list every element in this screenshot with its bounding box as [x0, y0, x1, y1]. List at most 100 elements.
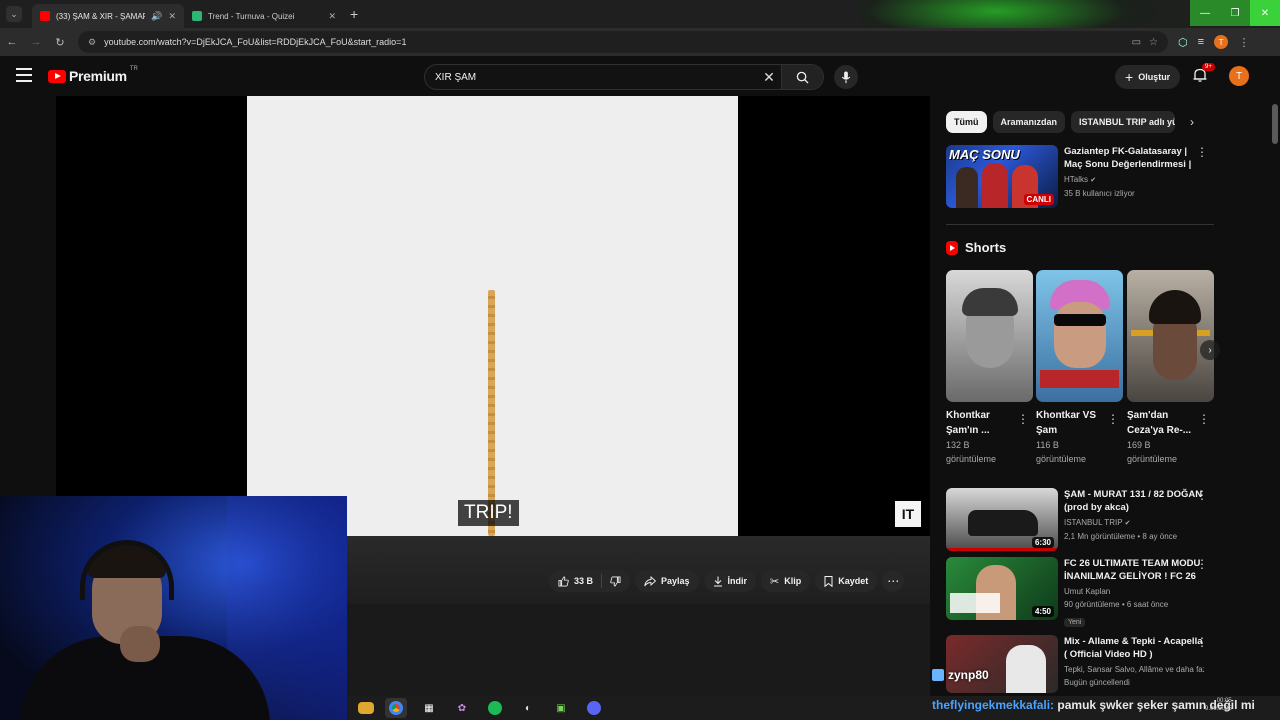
- search-button[interactable]: [781, 65, 823, 89]
- save-button[interactable]: Kaydet: [815, 570, 878, 592]
- video-meta: 2,1 Mn görüntüleme • 8 ay önce: [1064, 532, 1178, 541]
- short-thumbnail[interactable]: [1036, 270, 1123, 402]
- webcam-overlay: [0, 496, 347, 720]
- shorts-next-icon[interactable]: ›: [1200, 340, 1220, 360]
- cast-icon[interactable]: ▭: [1132, 37, 1141, 48]
- voice-search-button[interactable]: [834, 65, 858, 89]
- notifications-button[interactable]: 9+: [1192, 63, 1215, 85]
- short-thumbnail[interactable]: [946, 270, 1033, 402]
- create-button[interactable]: + Oluştur: [1115, 65, 1181, 89]
- discord-icon[interactable]: [583, 698, 605, 718]
- headset-graphic: [80, 540, 174, 600]
- like-dislike-button[interactable]: 33 B: [549, 570, 631, 592]
- more-actions-button[interactable]: ⋯: [882, 570, 905, 592]
- file-explorer-icon[interactable]: [358, 702, 374, 714]
- extensions-icon[interactable]: ⬡: [1178, 36, 1188, 49]
- video-channel[interactable]: ISTANBUL TRIP ✔: [1064, 516, 1204, 530]
- video-list-item[interactable]: 6:30 ŞAM - MURAT 131 / 82 DOĞAN (prod by…: [946, 488, 1208, 551]
- short-title[interactable]: Khontkar VS Şam: [1036, 408, 1106, 438]
- video-duration: 4:50: [1031, 606, 1054, 617]
- video-title[interactable]: ŞAM - MURAT 131 / 82 DOĞAN (prod by akca…: [1064, 488, 1204, 514]
- video-menu-icon[interactable]: ⋮: [1196, 557, 1208, 571]
- chips-next-icon[interactable]: ›: [1190, 115, 1194, 129]
- progress-bar: [946, 548, 1058, 551]
- tab-close-icon[interactable]: ✕: [328, 11, 336, 22]
- video-thumbnail[interactable]: 4:50: [946, 557, 1058, 620]
- short-thumbnail[interactable]: [1127, 270, 1214, 402]
- thumb-text: [950, 593, 1000, 613]
- video-player[interactable]: TRIP! IT: [56, 96, 930, 536]
- browser-tab-quizei[interactable]: Trend - Turnuva - Quizei ✕: [184, 4, 344, 28]
- live-video-item[interactable]: MAÇ SONU CANLI Gaziantep FK-Galatasaray …: [946, 145, 1208, 208]
- video-menu-icon[interactable]: ⋮: [1196, 488, 1208, 502]
- chip-channel[interactable]: ISTANBUL TRIP adlı yük: [1071, 111, 1176, 133]
- share-label: Paylaş: [661, 576, 690, 586]
- reload-icon[interactable]: ↻: [48, 36, 72, 49]
- logo-brand: Premium: [69, 68, 127, 84]
- short-menu-icon[interactable]: ⋮: [1198, 412, 1210, 426]
- chip-all[interactable]: Tümü: [946, 111, 987, 133]
- mix-title[interactable]: Mix - Allame & Tepki - Acapella ( Offici…: [1064, 635, 1204, 661]
- thumbs-down-icon[interactable]: [610, 576, 621, 587]
- video-title[interactable]: Gaziantep FK-Galatasaray | Maç Sonu Değe…: [1064, 145, 1204, 171]
- speaker-icon[interactable]: 🔊: [151, 11, 162, 22]
- like-separator: [601, 574, 603, 588]
- maximize-icon[interactable]: ❐: [1220, 0, 1250, 26]
- menu-icon[interactable]: [16, 68, 32, 82]
- video-menu-icon[interactable]: ⋮: [1196, 635, 1208, 649]
- minimize-icon[interactable]: —: [1190, 0, 1220, 26]
- live-video-thumbnail[interactable]: MAÇ SONU CANLI: [946, 145, 1058, 208]
- clip-button[interactable]: ✂ Klip: [761, 570, 811, 592]
- spotify-icon[interactable]: [484, 698, 506, 718]
- short-title[interactable]: Şam'dan Ceza'ya Re-...: [1127, 408, 1197, 438]
- bookmark-star-icon[interactable]: ☆: [1149, 37, 1158, 48]
- short-item[interactable]: Khontkar VS Şam 116 B görüntüleme ⋮: [1036, 270, 1123, 466]
- short-views: 169 B: [1127, 440, 1151, 450]
- forward-icon[interactable]: →: [24, 36, 48, 48]
- shorts-title: Shorts: [965, 240, 1007, 255]
- short-item[interactable]: Khontkar Şam'ın ... 132 B görüntüleme ⋮: [946, 270, 1033, 466]
- calculator-icon[interactable]: ▦: [418, 698, 440, 718]
- stream-tool-icon[interactable]: ◐: [517, 698, 539, 718]
- chrome-icon[interactable]: [385, 698, 407, 718]
- youtube-logo[interactable]: Premium TR: [48, 66, 138, 84]
- video-menu-icon[interactable]: ⋮: [1196, 145, 1208, 159]
- scrollbar-thumb[interactable]: [1272, 104, 1278, 144]
- mix-artists: Tepki, Sansar Salvo, Allâme ve daha fazl…: [1064, 665, 1204, 674]
- account-avatar[interactable]: T: [1229, 66, 1249, 86]
- mix-thumbnail[interactable]: [946, 635, 1058, 693]
- browser-tab-youtube[interactable]: (33) ŞAM & XIR - ŞAMAR O 🔊 ✕: [32, 4, 184, 28]
- search-input[interactable]: [425, 71, 757, 83]
- thumbs-up-icon: [558, 576, 569, 586]
- obs-icon[interactable]: ✿: [451, 698, 473, 718]
- media-controls-icon[interactable]: ≡: [1198, 36, 1204, 48]
- site-info-icon[interactable]: ⚙: [88, 37, 96, 48]
- video-list-item[interactable]: 4:50 FC 26 ULTIMATE TEAM MODU İNANILMAZ …: [946, 557, 1208, 629]
- short-title[interactable]: Khontkar Şam'ın ...: [946, 408, 1016, 438]
- tab-close-icon[interactable]: ✕: [168, 11, 176, 22]
- back-icon[interactable]: ←: [0, 36, 24, 48]
- page-scrollbar[interactable]: [1270, 96, 1280, 696]
- short-menu-icon[interactable]: ⋮: [1017, 412, 1029, 426]
- android-icon[interactable]: ▣: [550, 698, 572, 718]
- download-button[interactable]: İndir: [703, 570, 757, 592]
- browser-menu-icon[interactable]: ⋮: [1232, 36, 1256, 49]
- chip-from-search[interactable]: Aramanızdan: [992, 111, 1066, 133]
- video-title[interactable]: FC 26 ULTIMATE TEAM MODU İNANILMAZ GELİY…: [1064, 557, 1204, 583]
- browser-profile-avatar[interactable]: T: [1214, 35, 1229, 49]
- channel-watermark-icon[interactable]: IT: [895, 501, 921, 527]
- short-item[interactable]: Şam'dan Ceza'ya Re-... 169 B görüntüleme…: [1127, 270, 1214, 466]
- clear-search-icon[interactable]: ✕: [757, 69, 781, 86]
- mix-list-item[interactable]: Mix - Allame & Tepki - Acapella ( Offici…: [946, 635, 1208, 693]
- channel-name[interactable]: Umut Kaplan: [1064, 585, 1204, 598]
- new-tab-icon[interactable]: +: [350, 6, 358, 22]
- share-button[interactable]: Paylaş: [635, 570, 699, 592]
- video-channel[interactable]: HTalks ✔: [1064, 173, 1204, 187]
- video-meta: 35 B kullanıcı izliyor: [1064, 189, 1135, 198]
- short-menu-icon[interactable]: ⋮: [1107, 412, 1119, 426]
- close-window-icon[interactable]: ✕: [1250, 0, 1280, 26]
- video-duration: 6:30: [1031, 537, 1054, 548]
- video-thumbnail[interactable]: 6:30: [946, 488, 1058, 551]
- tab-search-icon[interactable]: ⌄: [6, 6, 22, 22]
- address-bar[interactable]: ⚙ youtube.com/watch?v=DjEkJCA_FoU&list=R…: [78, 31, 1168, 53]
